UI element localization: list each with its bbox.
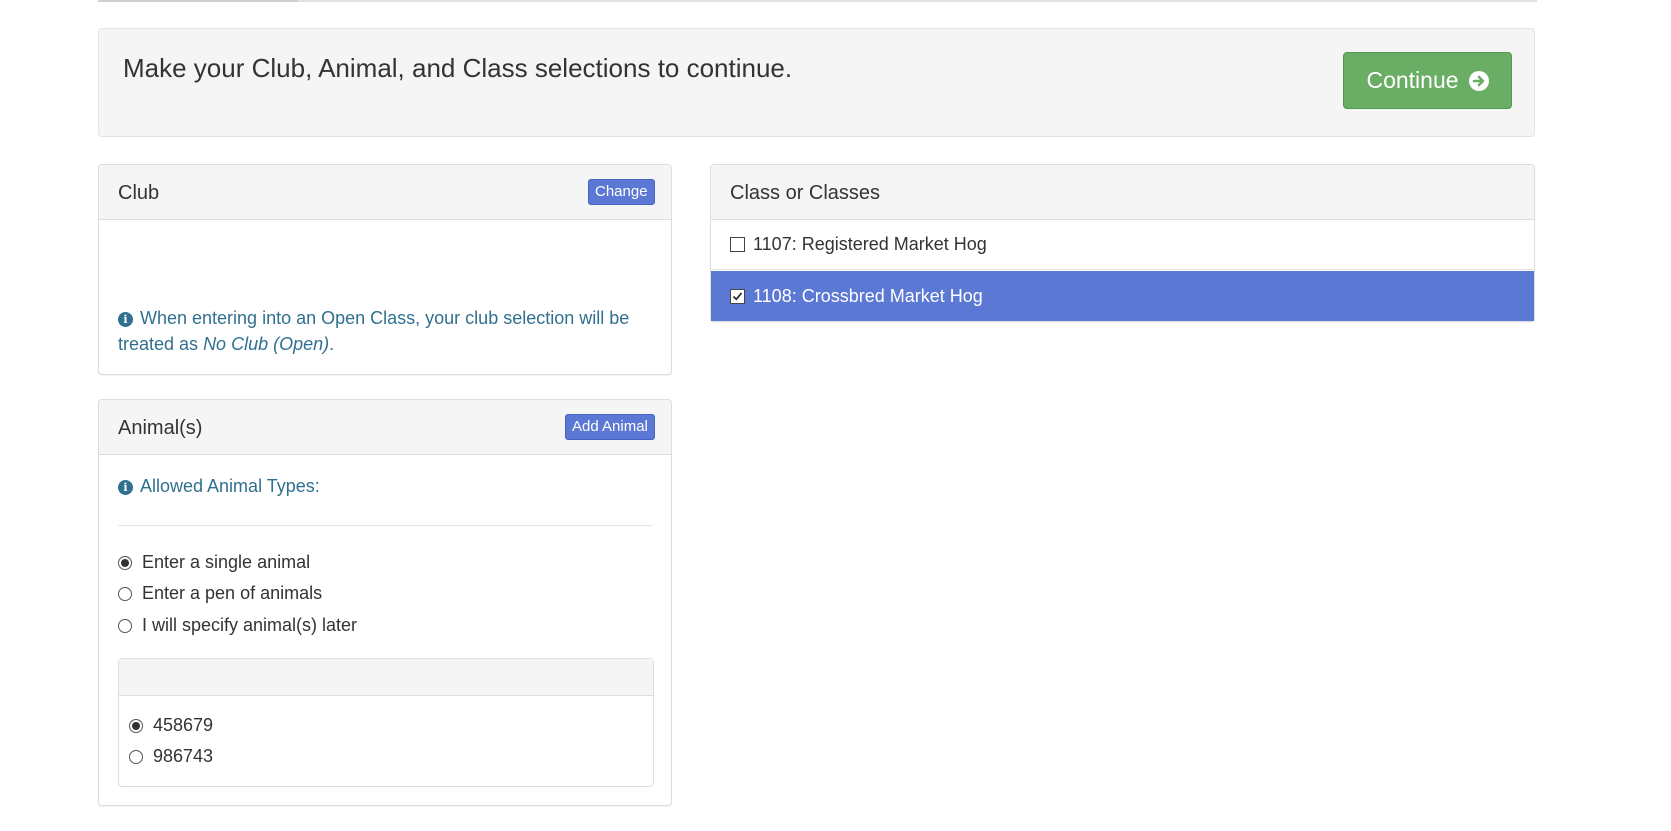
animal-option[interactable]: 986743 [129,746,213,767]
radio-later[interactable] [118,618,132,633]
info-emphasis: No Club (Open) [203,334,330,354]
entry-option-later[interactable]: I will specify animal(s) later [118,615,357,636]
arrow-circle-right-icon [1468,70,1489,91]
top-divider [98,0,1537,2]
animal-panel-title: Animal(s) [118,417,203,439]
class-panel-heading: Class or Classes [711,165,1534,220]
checkbox-1108[interactable] [730,288,745,304]
allowed-types-info: i Allowed Animal Types: [118,473,320,499]
checkmark-icon [732,291,743,301]
continue-label: Continue [1366,67,1459,93]
radio-animal-2[interactable] [129,749,143,764]
class-label: 1108: Crossbred Market Hog [753,285,983,306]
allowed-types-label: Allowed Animal Types: [140,476,320,496]
banner-message: Make your Club, Animal, and Class select… [123,53,793,83]
entry-option-label: I will specify animal(s) later [142,615,358,635]
entry-option-label: Enter a pen of animals [142,583,323,603]
tab-edge [98,0,298,2]
change-club-button[interactable]: Change [588,179,655,205]
class-label: 1107: Registered Market Hog [753,234,987,254]
entry-option-single[interactable]: Enter a single animal [118,552,310,573]
radio-single[interactable] [118,555,132,570]
selection-banner: Make your Club, Animal, and Class select… [98,28,1535,137]
entry-option-pen[interactable]: Enter a pen of animals [118,583,322,604]
class-item-1108[interactable]: 1108: Crossbred Market Hog [711,271,1534,321]
animal-list-panel: 458679 986743 [118,658,654,787]
add-animal-button[interactable]: Add Animal [565,414,655,440]
entry-option-label: Enter a single animal [142,552,311,572]
radio-pen[interactable] [118,586,132,601]
class-panel-title: Class or Classes [730,182,881,204]
club-panel-heading: Club Change [99,165,671,220]
checkbox-1107[interactable] [730,237,745,252]
animal-label: 986743 [153,746,214,766]
animal-panel-heading: Animal(s) Add Animal [99,400,671,455]
continue-button[interactable]: Continue [1343,52,1512,109]
club-panel-title: Club [118,182,160,204]
info-prefix: When entering into an Open Class, your c… [118,308,630,354]
club-panel: Club Change i When entering into an Open … [98,164,672,375]
section-divider [118,525,653,526]
info-suffix: . [329,334,335,354]
animal-panel: Animal(s) Add Animal i Allowed Animal Typ… [98,399,672,806]
class-panel: Class or Classes 1107: Registered Market… [710,164,1535,322]
info-circle-icon: i [118,480,133,495]
info-circle-icon: i [118,312,133,327]
radio-animal-1[interactable] [129,718,143,733]
open-class-info: i When entering into an Open Class, your … [118,305,648,357]
animal-list-heading [119,659,653,696]
animal-label: 458679 [153,715,214,735]
class-item-1107[interactable]: 1107: Registered Market Hog [711,220,1534,270]
animal-option[interactable]: 458679 [129,715,213,736]
